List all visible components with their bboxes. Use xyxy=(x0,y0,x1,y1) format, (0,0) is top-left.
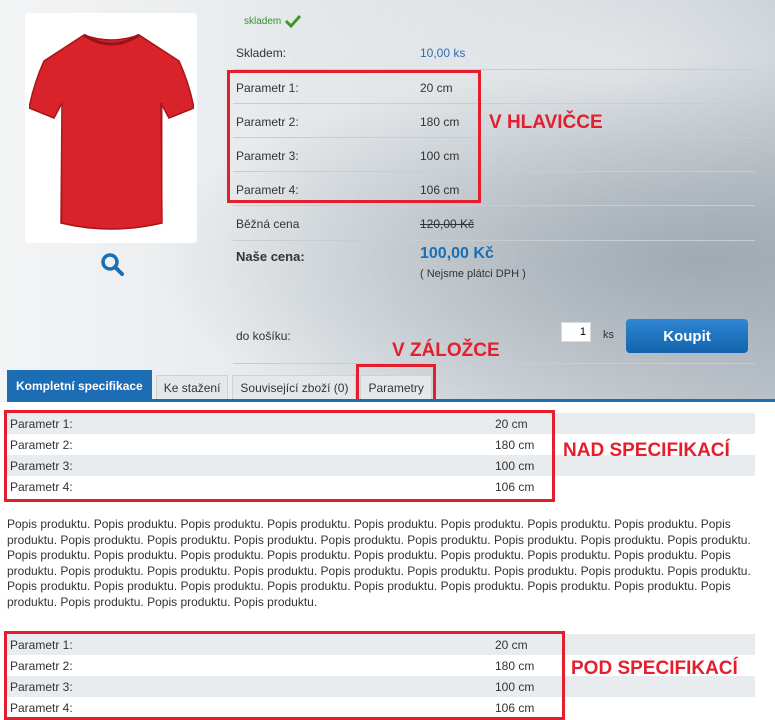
annotation-label-tab: V ZÁLOŽCE xyxy=(392,340,500,361)
product-image[interactable] xyxy=(25,13,197,243)
regular-price-value: 120,00 Kč xyxy=(420,217,475,231)
annotation-box-header xyxy=(227,70,481,203)
regular-price-label: Běžná cena xyxy=(236,217,300,231)
product-description: Popis produktu. Popis produktu. Popis pr… xyxy=(7,517,751,609)
stock-status-text: skladem xyxy=(244,15,282,27)
red-shirt-image xyxy=(28,33,194,230)
quantity-input[interactable] xyxy=(561,322,591,342)
annotation-label-below: POD SPECIFIKACÍ xyxy=(571,658,738,679)
checkmark-icon xyxy=(285,14,302,28)
annotation-label-header: V HLAVIČCE xyxy=(489,112,603,133)
quantity-unit: ks xyxy=(603,329,614,341)
tab-complete-spec[interactable]: Kompletní specifikace xyxy=(7,370,152,400)
stock-status: skladem xyxy=(244,14,302,28)
vat-note: ( Nejsme plátci DPH ) xyxy=(420,268,526,280)
stock-label: Skladem: xyxy=(236,46,287,60)
magnifier-icon[interactable] xyxy=(100,252,124,276)
cart-label: do košíku: xyxy=(236,329,291,343)
stock-row: Skladem: 10,00 ks xyxy=(233,36,755,70)
tab-downloads[interactable]: Ke stažení xyxy=(155,375,229,400)
annotation-box-above xyxy=(4,410,555,502)
annotation-box-below xyxy=(4,631,565,720)
our-price-value: 100,00 Kč xyxy=(420,245,494,262)
stock-value: 10,00 ks xyxy=(420,46,466,60)
tab-related[interactable]: Související zboží (0) xyxy=(232,375,357,400)
our-price-label: Naše cena: xyxy=(236,249,305,264)
our-price-row: Naše cena: 100,00 Kč ( Nejsme plátci DPH… xyxy=(233,241,755,286)
regular-price-row: Běžná cena 120,00 Kč xyxy=(233,206,755,241)
annotation-label-above: NAD SPECIFIKACÍ xyxy=(563,440,730,461)
buy-button[interactable]: Koupit xyxy=(626,319,748,353)
annotation-box-tab xyxy=(356,364,436,404)
